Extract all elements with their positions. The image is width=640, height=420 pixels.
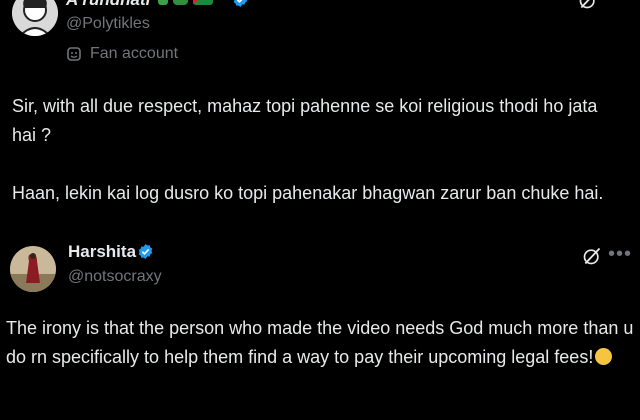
verified-icon bbox=[233, 0, 248, 7]
post[interactable]: Harshita @notsocraxy ••• The irony is th… bbox=[0, 232, 640, 420]
grok-icon[interactable] bbox=[582, 246, 602, 266]
palestine-flag-emoji bbox=[193, 0, 213, 5]
cactus-emoji bbox=[158, 0, 168, 5]
post-text: Sir, with all due respect, mahaz topi pa… bbox=[12, 92, 612, 208]
avatar-photo bbox=[10, 246, 56, 292]
handle[interactable]: @notsocraxy bbox=[68, 268, 162, 286]
handle[interactable]: @Polytikles bbox=[66, 15, 150, 33]
display-name[interactable]: A rundhati bbox=[66, 0, 150, 10]
fan-account-text: Fan account bbox=[90, 45, 179, 62]
post-paragraph: Haan, lekin kai log dusro ko topi pahena… bbox=[12, 183, 604, 203]
post-paragraph: The irony is that the person who made th… bbox=[6, 314, 636, 372]
grok-icon[interactable] bbox=[578, 0, 598, 10]
fan-account-label: Fan account bbox=[66, 45, 178, 63]
post-text: The irony is that the person who made th… bbox=[6, 314, 636, 372]
post[interactable]: A rundhati @Polytikles Fan account ••• S… bbox=[0, 0, 640, 230]
verified-icon bbox=[138, 244, 153, 259]
watermelon-emoji bbox=[173, 0, 188, 5]
theater-mask-icon bbox=[67, 47, 81, 61]
post-paragraph: Sir, with all due respect, mahaz topi pa… bbox=[12, 96, 598, 145]
more-options-icon[interactable]: ••• bbox=[608, 244, 632, 264]
laughing-emoji bbox=[595, 348, 613, 365]
display-name[interactable]: Harshita bbox=[68, 242, 136, 262]
avatar[interactable] bbox=[12, 0, 58, 36]
avatar[interactable] bbox=[10, 246, 56, 292]
name-emoji-row bbox=[158, 0, 213, 5]
more-options-icon[interactable]: ••• bbox=[606, 0, 630, 8]
avatar-illustration bbox=[12, 0, 58, 36]
post-paragraph-text: The irony is that the person who made th… bbox=[6, 318, 634, 367]
